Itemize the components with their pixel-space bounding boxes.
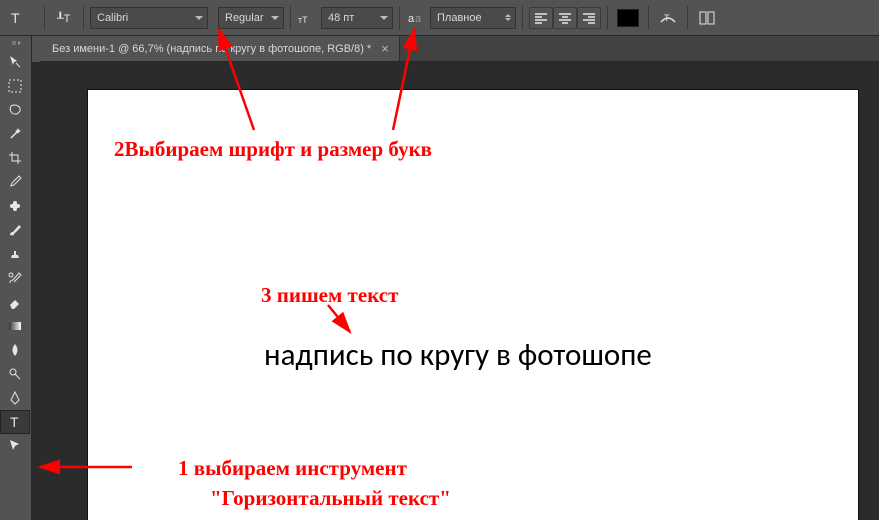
text-align-group [529,7,601,29]
font-style-value: Regular [225,12,264,24]
eraser-tool[interactable] [0,290,30,314]
path-selection-tool[interactable] [0,434,30,458]
text-color-swatch[interactable] [614,5,642,31]
chevron-down-icon [380,16,388,20]
anti-alias-icon: aa [406,5,428,31]
chevron-down-icon [195,16,203,20]
divider [687,6,688,30]
annotation-step1a: 1 выбираем инструмент [178,455,407,482]
blur-tool[interactable] [0,338,30,362]
divider [290,6,291,30]
eyedropper-tool[interactable] [0,170,30,194]
annotation-step2: 2Выбираем шрифт и размер букв [114,136,432,163]
pen-tool[interactable] [0,386,30,410]
healing-brush-tool[interactable] [0,194,30,218]
svg-text:┸T: ┸T [56,11,71,25]
move-tool[interactable] [0,50,30,74]
canvas-text[interactable]: надпись по кругу в фотошопе [264,336,652,374]
document-tab-bar: Без имени-1 @ 66,7% (надпись по кругу в … [40,36,879,62]
magic-wand-tool[interactable] [0,122,30,146]
canvas-area: 2Выбираем шрифт и размер букв 3 пишем те… [32,62,879,520]
font-style-select[interactable]: Regular [218,7,284,29]
align-right-button[interactable] [577,7,601,29]
stepper-icon [505,14,511,21]
crop-tool[interactable] [0,146,30,170]
tool-preset-type-icon[interactable]: T [4,5,30,31]
svg-text:T: T [11,10,20,26]
text-orientation-icon[interactable]: ┸T [51,5,77,31]
brush-tool[interactable] [0,218,30,242]
marquee-tool[interactable] [0,74,30,98]
document-tab[interactable]: Без имени-1 @ 66,7% (надпись по кругу в … [40,36,400,61]
svg-text:a: a [415,13,422,25]
annotation-step1b: "Горизонтальный текст" [210,485,451,512]
font-family-select[interactable]: Calibri [90,7,208,29]
font-size-icon: тТ [297,5,319,31]
lasso-tool[interactable] [0,98,30,122]
close-tab-icon[interactable]: × [381,41,389,56]
clone-stamp-tool[interactable] [0,242,30,266]
divider [648,6,649,30]
font-size-value: 48 пт [328,12,354,24]
svg-text:тТ: тТ [298,15,308,25]
divider [522,6,523,30]
svg-text:T: T [10,414,19,430]
svg-text:a: a [408,13,415,25]
divider [83,6,84,30]
options-bar: T ┸T Calibri Regular тТ 48 пт aa Плавное [0,0,879,36]
dodge-tool[interactable] [0,362,30,386]
chevron-down-icon [271,16,279,20]
tools-panel: T [0,36,32,520]
warp-text-button[interactable]: T [655,5,681,31]
align-left-button[interactable] [529,7,553,29]
divider [399,6,400,30]
gradient-tool[interactable] [0,314,30,338]
canvas-page[interactable]: 2Выбираем шрифт и размер букв 3 пишем те… [88,90,858,520]
type-tool[interactable]: T [0,410,30,434]
annotation-step3: 3 пишем текст [261,282,398,309]
anti-alias-value: Плавное [437,12,482,24]
divider [44,6,45,30]
font-size-select[interactable]: 48 пт [321,7,393,29]
character-panel-button[interactable] [694,5,720,31]
svg-text:T: T [664,13,670,23]
history-brush-tool[interactable] [0,266,30,290]
collapse-grip-icon[interactable] [0,36,31,50]
divider [607,6,608,30]
font-family-value: Calibri [97,12,128,24]
align-center-button[interactable] [553,7,577,29]
document-tab-title: Без имени-1 @ 66,7% (надпись по кругу в … [52,43,371,55]
anti-alias-select[interactable]: Плавное [430,7,516,29]
